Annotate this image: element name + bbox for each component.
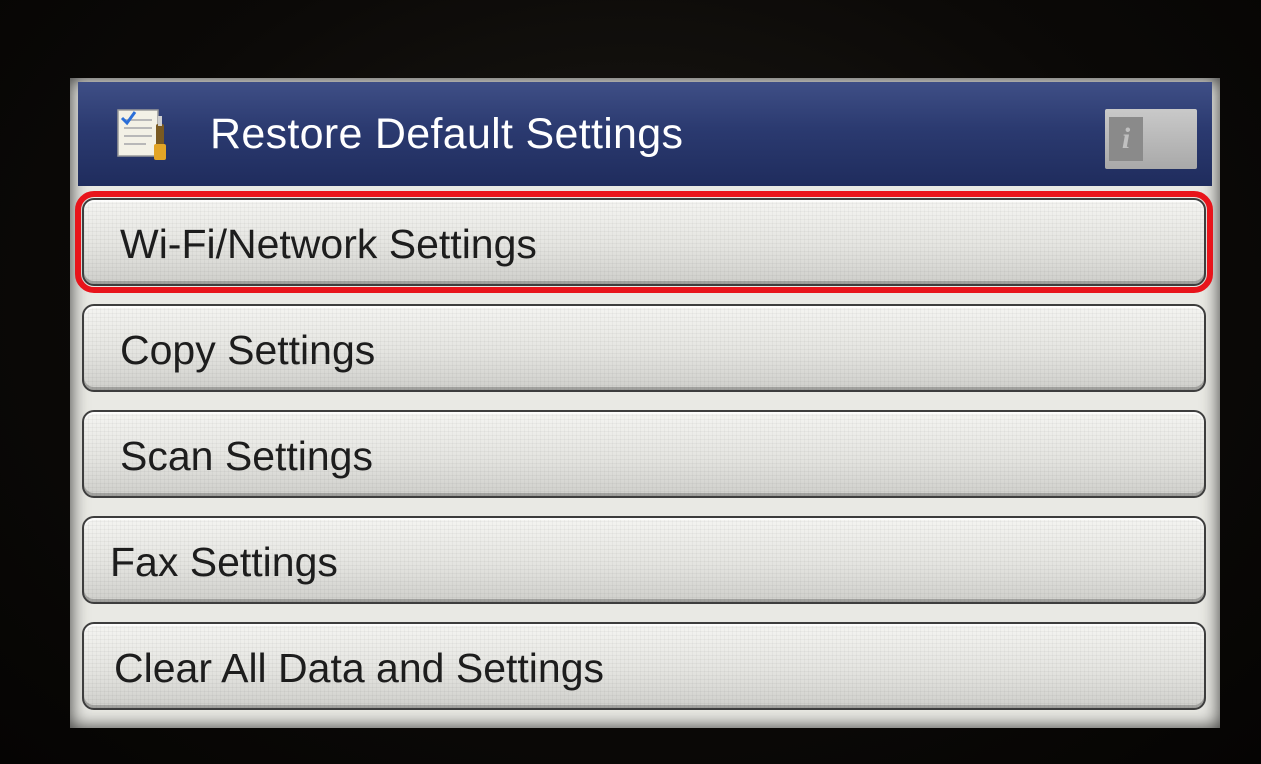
menu-item-scan-settings[interactable]: Scan Settings <box>82 410 1206 498</box>
menu-item-label: Clear All Data and Settings <box>114 645 604 691</box>
info-button[interactable]: i <box>1105 109 1197 169</box>
menu-item-label: Scan Settings <box>120 433 373 479</box>
lcd-screen: Restore Default Settings i Wi-Fi/Network… <box>70 78 1220 728</box>
menu-item-wifi-network-settings[interactable]: Wi-Fi/Network Settings <box>75 191 1213 293</box>
info-icon: i <box>1109 117 1143 161</box>
menu-item-clear-all-data-and-settings[interactable]: Clear All Data and Settings <box>82 622 1206 710</box>
menu-item-label: Fax Settings <box>110 539 338 585</box>
menu-item-copy-settings[interactable]: Copy Settings <box>82 304 1206 392</box>
menu-item-label: Copy Settings <box>120 327 376 373</box>
title-bar: Restore Default Settings i <box>78 82 1212 186</box>
menu-item-label: Wi-Fi/Network Settings <box>120 221 537 267</box>
settings-checklist-icon <box>116 106 176 162</box>
page-title: Restore Default Settings <box>210 110 684 158</box>
menu-item-fax-settings[interactable]: Fax Settings <box>82 516 1206 604</box>
